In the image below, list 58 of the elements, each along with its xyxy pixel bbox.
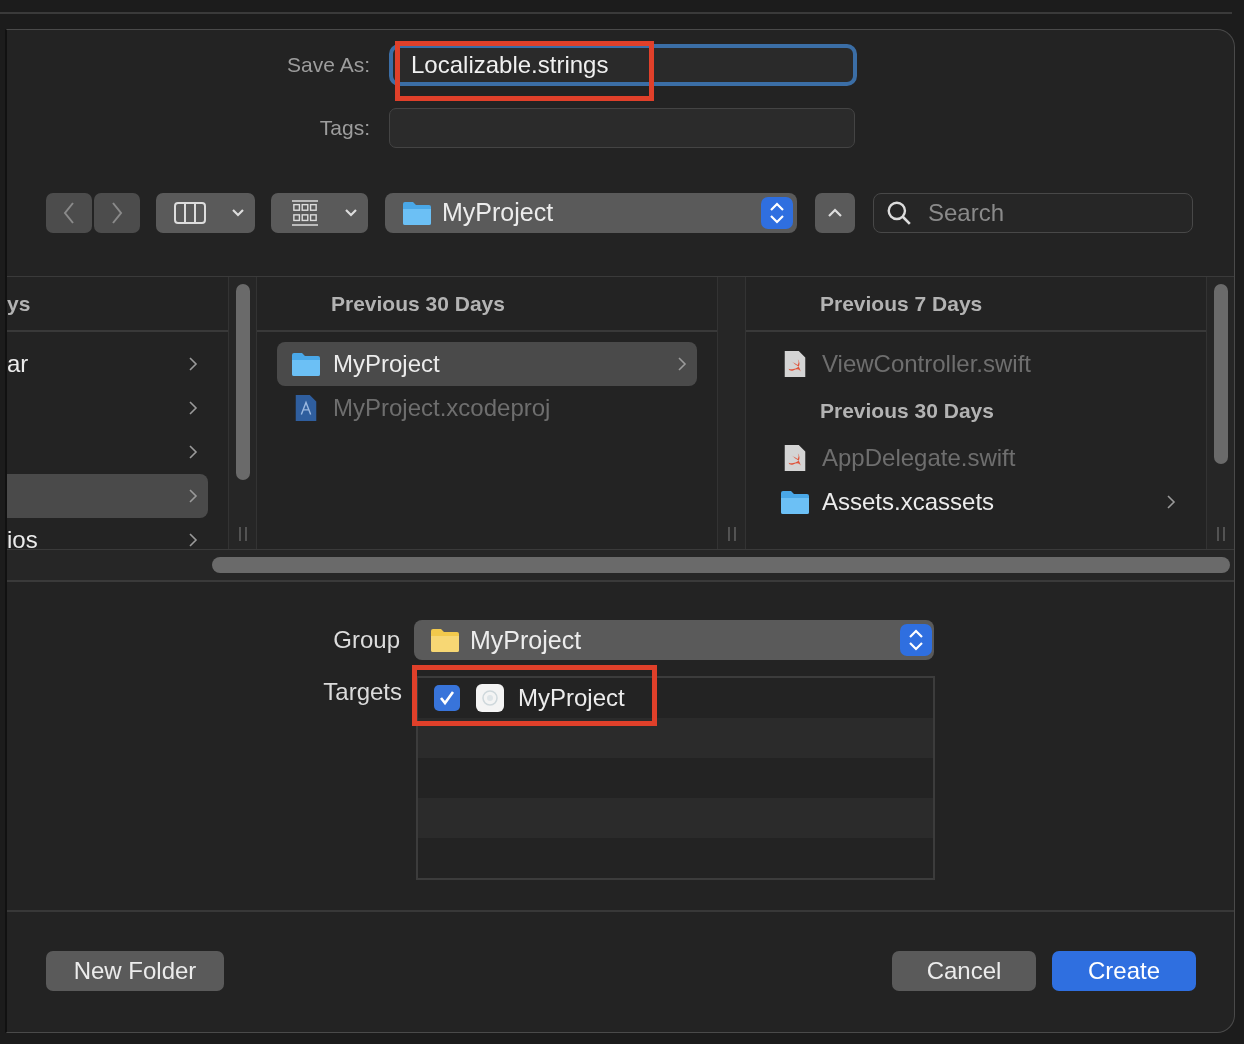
column-header: Previous 30 Days [331, 291, 505, 316]
scrollbar-thumb[interactable] [1214, 284, 1228, 464]
file-name: MyProject [333, 350, 440, 378]
folder-icon [291, 350, 321, 378]
new-folder-button[interactable]: New Folder [46, 951, 224, 991]
file-name: ios [7, 526, 38, 549]
columns-icon [174, 199, 206, 226]
stepper-icon [761, 196, 793, 229]
file-row[interactable]: ios [7, 518, 208, 549]
column-header: ys [7, 291, 31, 316]
search-input[interactable]: Search [926, 197, 1180, 228]
section-header: Previous 30 Days [819, 398, 995, 424]
search-icon [886, 199, 912, 226]
chevron-left-icon [62, 200, 76, 225]
filename-field[interactable]: Localizable.strings [389, 44, 857, 86]
file-name: ViewController.swift [822, 350, 1031, 378]
stepper-icon [900, 624, 932, 656]
expand-button[interactable] [815, 192, 855, 233]
field-label: Group [332, 626, 400, 654]
scrollbar-thumb[interactable] [212, 557, 1230, 573]
search-field[interactable]: Search [873, 192, 1193, 233]
group-by-button[interactable] [271, 192, 368, 233]
back-button[interactable] [46, 192, 92, 233]
caret-icon [231, 207, 245, 218]
resize-handle-icon[interactable] [238, 527, 248, 541]
location-value: MyProject [442, 198, 555, 227]
cancel-button[interactable]: Cancel [892, 951, 1036, 991]
checkbox[interactable] [434, 685, 460, 711]
chevron-up-icon [827, 207, 843, 218]
resize-handle-icon[interactable] [1216, 527, 1226, 541]
resize-handle-icon[interactable] [727, 527, 737, 541]
tags-field[interactable] [389, 108, 855, 148]
column-header: Previous 7 Days [820, 291, 983, 316]
location-popup[interactable]: MyProject [385, 192, 797, 233]
file-name: AppDelegate.swift [822, 444, 1016, 472]
file-row[interactable]: ar [7, 342, 208, 386]
file-row[interactable]: MyProject [277, 342, 697, 386]
field-label: Tags: [318, 116, 370, 140]
grid-icon [289, 199, 321, 226]
caret-icon [344, 207, 358, 218]
forward-button[interactable] [94, 192, 140, 233]
field-label: Save As: [286, 53, 370, 77]
field-label: Targets [322, 678, 402, 706]
file-name: ar [7, 350, 29, 378]
chevron-right-icon [110, 200, 124, 225]
folder-icon [430, 626, 460, 654]
group-popup[interactable]: MyProject [414, 620, 934, 660]
view-mode-button[interactable] [156, 192, 255, 233]
file-row[interactable]: Assets.xcassets [766, 480, 1186, 524]
scrollbar-thumb[interactable] [236, 284, 250, 480]
file-name: Assets.xcassets [822, 488, 995, 516]
folder-icon [780, 488, 810, 516]
group-value: MyProject [470, 625, 583, 655]
app-icon [476, 684, 504, 712]
file-name: MyProject.xcodeproj [333, 394, 551, 422]
filename-value: Localizable.strings [411, 51, 609, 79]
target-name: MyProject [518, 684, 625, 712]
create-button[interactable]: Create [1052, 951, 1196, 991]
